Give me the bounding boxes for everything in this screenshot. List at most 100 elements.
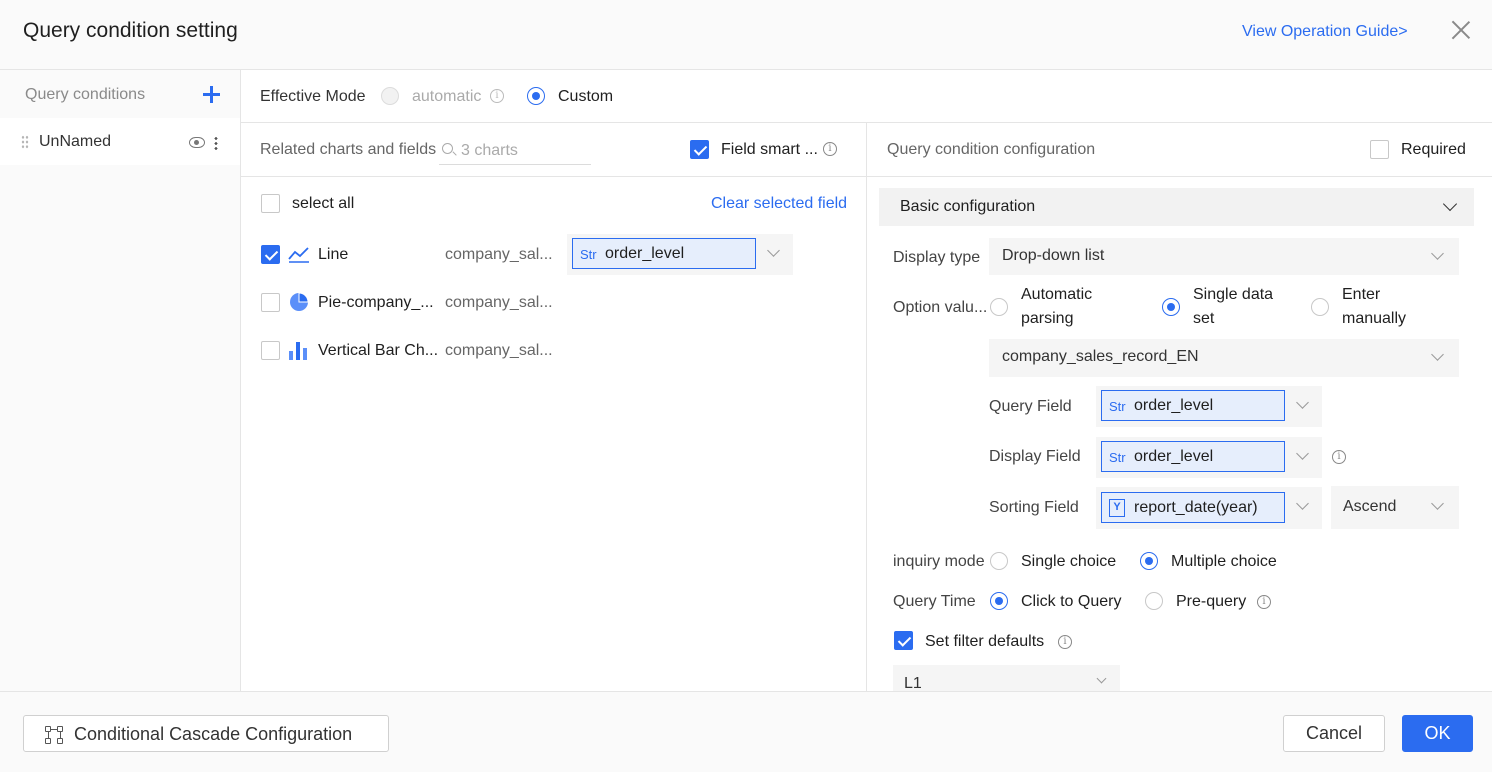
automatic-parsing-radio[interactable]	[990, 298, 1008, 316]
dialog-header: Query condition setting View Operation G…	[0, 0, 1492, 70]
info-icon: i	[823, 142, 837, 156]
chevron-down-icon	[1431, 348, 1444, 361]
query-field-select[interactable]: Str order_level	[1096, 386, 1322, 427]
field-smart-checkbox[interactable]	[690, 140, 709, 159]
chart-bar-checkbox[interactable]	[261, 341, 280, 360]
string-type-icon: Str	[1109, 399, 1126, 414]
set-filter-defaults-checkbox[interactable]	[894, 631, 913, 650]
related-charts-panel: Related charts and fields Field smart ..…	[241, 123, 867, 691]
option-value-label: Option valu...	[893, 299, 988, 316]
info-icon: i	[1257, 595, 1271, 609]
chart-dataset-bar: company_sal...	[445, 342, 553, 359]
multiple-choice-radio[interactable]	[1140, 552, 1158, 570]
chart-name-pie: Pie-company_...	[318, 294, 434, 311]
pre-query-radio[interactable]	[1145, 592, 1163, 610]
required-label: Required	[1401, 141, 1466, 158]
view-operation-guide-link[interactable]: View Operation Guide>	[1242, 23, 1408, 41]
cascade-icon	[45, 726, 63, 744]
add-condition-icon[interactable]	[201, 84, 221, 104]
string-type-icon: Str	[580, 247, 597, 262]
click-to-query-radio[interactable]	[990, 592, 1008, 610]
select-all-checkbox[interactable]	[261, 194, 280, 213]
effective-mode-bar: Effective Mode automatic i Custom	[241, 70, 1492, 123]
query-conditions-sidebar: Query conditions UnNamed	[0, 70, 241, 691]
single-choice-radio[interactable]	[990, 552, 1008, 570]
chart-line-checkbox[interactable]	[261, 245, 280, 264]
conditional-cascade-label: Conditional Cascade Configuration	[74, 724, 353, 744]
custom-radio[interactable]	[527, 87, 545, 105]
effective-mode-label: Effective Mode	[260, 88, 366, 105]
chevron-down-icon	[1296, 396, 1309, 409]
query-time-label: Query Time	[893, 593, 976, 610]
search-icon	[442, 143, 453, 154]
bar-chart-icon	[289, 342, 307, 360]
field-smart-label: Field smart ...	[721, 141, 818, 158]
sidebar-title: Query conditions	[25, 86, 146, 103]
info-icon: i	[1332, 450, 1346, 464]
field-chip-label: report_date(year)	[1134, 499, 1258, 516]
conditional-cascade-button[interactable]: Conditional Cascade Configuration	[23, 715, 389, 752]
line-field-select[interactable]: Str order_level	[567, 234, 793, 275]
chevron-down-icon	[1431, 247, 1444, 260]
dataset-select[interactable]: company_sales_record_EN	[989, 339, 1459, 377]
related-charts-header: Related charts and fields Field smart ..…	[241, 123, 867, 177]
field-chip: Str order_level	[1101, 390, 1285, 421]
automatic-label: automatic	[412, 88, 482, 105]
field-chip: Str order_level	[1101, 441, 1285, 472]
sidebar-item-unnamed[interactable]: UnNamed	[0, 118, 240, 165]
cancel-button[interactable]: Cancel	[1283, 715, 1385, 752]
display-type-value: Drop-down list	[1002, 247, 1105, 264]
display-field-label: Display Field	[989, 448, 1081, 465]
pre-query-label: Pre-query	[1176, 593, 1247, 610]
chevron-down-icon	[1296, 447, 1309, 460]
chart-name-bar: Vertical Bar Ch...	[318, 342, 439, 359]
chevron-down-icon	[1431, 497, 1444, 510]
display-field-select[interactable]: Str order_level	[1096, 437, 1322, 478]
chevron-down-icon	[1442, 196, 1458, 212]
default-value-select[interactable]: L1	[893, 665, 1120, 691]
sorting-field-select[interactable]: Y report_date(year)	[1096, 487, 1322, 529]
enter-manually-radio[interactable]	[1311, 298, 1329, 316]
drag-handle-icon[interactable]	[21, 135, 29, 149]
chevron-down-icon	[1296, 497, 1309, 510]
sorting-field-label: Sorting Field	[989, 499, 1079, 516]
field-chip-label: order_level	[1134, 448, 1214, 465]
required-checkbox[interactable]	[1370, 140, 1389, 159]
click-to-query-label: Click to Query	[1021, 593, 1122, 610]
single-data-set-radio[interactable]	[1162, 298, 1180, 316]
default-value: L1	[904, 675, 922, 691]
chart-name-line: Line	[318, 246, 349, 263]
query-condition-dialog: Query condition setting View Operation G…	[0, 0, 1492, 772]
inquiry-mode-label: inquiry mode	[893, 553, 985, 570]
related-charts-label: Related charts and fields	[260, 141, 437, 158]
sort-order-select[interactable]: Ascend	[1331, 486, 1459, 529]
dialog-title: Query condition setting	[23, 19, 238, 42]
display-type-label: Display type	[893, 249, 981, 266]
close-icon[interactable]	[1450, 19, 1472, 41]
field-chip: Y report_date(year)	[1101, 492, 1285, 523]
field-chip-label: order_level	[605, 245, 685, 262]
more-options-icon[interactable]	[214, 136, 218, 150]
configuration-title: Query condition configuration	[887, 141, 1096, 158]
basic-configuration-label: Basic configuration	[900, 198, 1036, 215]
string-type-icon: Str	[1109, 450, 1126, 465]
select-all-label: select all	[292, 195, 355, 212]
clear-selected-field-link[interactable]: Clear selected field	[711, 195, 847, 213]
pie-chart-icon	[290, 292, 309, 311]
display-type-select[interactable]: Drop-down list	[989, 238, 1459, 275]
line-chart-icon	[288, 247, 309, 263]
eye-icon[interactable]	[189, 137, 205, 148]
chart-pie-checkbox[interactable]	[261, 293, 280, 312]
automatic-radio[interactable]	[381, 87, 399, 105]
single-choice-label: Single choice	[1021, 553, 1117, 570]
sort-order-value: Ascend	[1343, 498, 1397, 515]
chart-search-input[interactable]	[461, 140, 587, 162]
info-icon: i	[1058, 635, 1072, 649]
set-filter-defaults-label: Set filter defaults	[925, 633, 1045, 650]
dataset-value: company_sales_record_EN	[1002, 348, 1199, 365]
enter-manually-label: Enter manually	[1342, 286, 1407, 327]
chevron-down-icon	[1096, 673, 1107, 684]
basic-configuration-section[interactable]: Basic configuration	[879, 188, 1474, 226]
ok-button[interactable]: OK	[1402, 715, 1473, 752]
chevron-down-icon	[767, 244, 780, 257]
